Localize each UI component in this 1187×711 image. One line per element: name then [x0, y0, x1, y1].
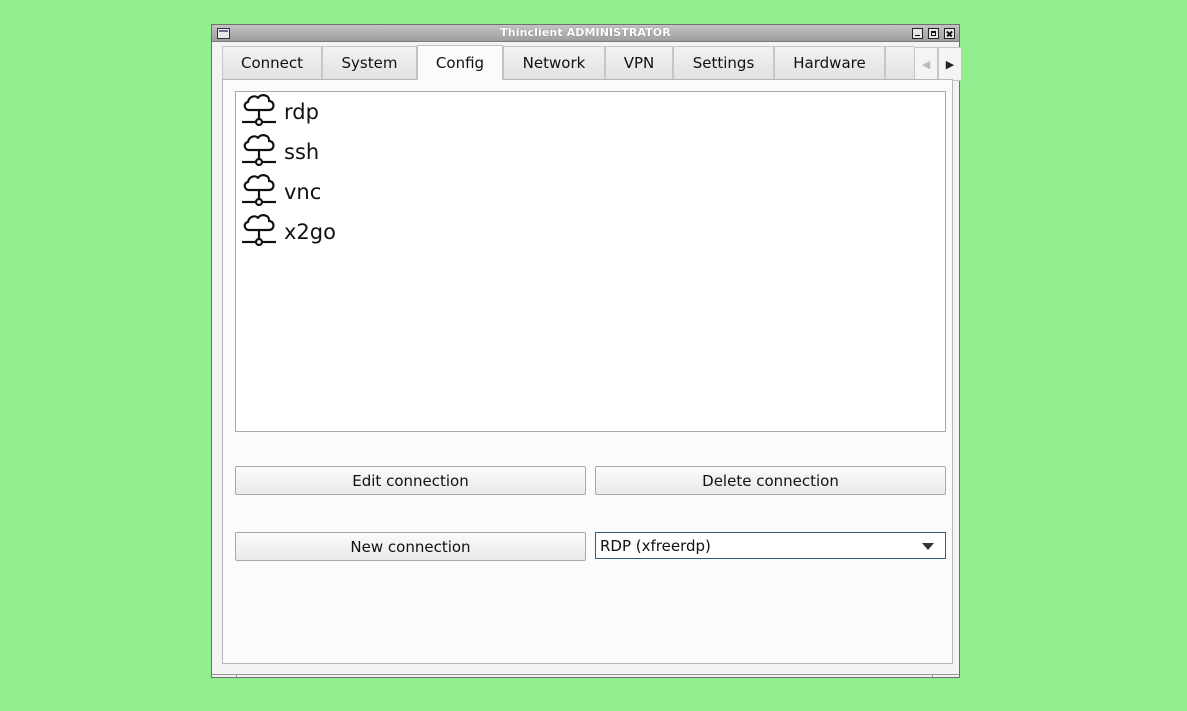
cloud-network-icon [240, 91, 278, 133]
connection-list[interactable]: rdp ssh vnc x2go [235, 91, 946, 432]
connection-name: x2go [284, 220, 336, 244]
title-bar[interactable]: Thinclient ADMINISTRATOR [212, 25, 959, 42]
new-connection-button[interactable]: New connection [235, 532, 586, 561]
tab-config[interactable]: Config [417, 45, 503, 80]
close-button[interactable] [944, 28, 955, 39]
edit-connection-button[interactable]: Edit connection [235, 466, 586, 495]
connection-name: ssh [284, 140, 320, 164]
tab-scroll-left-button[interactable]: ◀ [914, 47, 938, 81]
config-panel: rdp ssh vnc x2go Edit connection Delete … [222, 79, 953, 664]
cloud-network-icon [240, 171, 278, 213]
tab-settings[interactable]: Settings [673, 46, 774, 79]
tab-system[interactable]: System [322, 46, 417, 79]
connection-name: rdp [284, 100, 319, 124]
tab-scroll-right-button[interactable]: ▶ [938, 47, 962, 81]
app-window: Thinclient ADMINISTRATOR Connect System … [211, 24, 962, 679]
tab-network[interactable]: Network [503, 46, 605, 79]
tab-overflow[interactable] [885, 46, 915, 79]
window-title: Thinclient ADMINISTRATOR [500, 26, 671, 39]
list-item[interactable]: rdp [240, 92, 319, 132]
maximize-button[interactable] [928, 28, 939, 39]
delete-connection-button[interactable]: Delete connection [595, 466, 946, 495]
connection-name: vnc [284, 180, 322, 204]
chevron-right-icon: ▶ [945, 57, 955, 71]
cloud-network-icon [240, 211, 278, 253]
connection-type-value: RDP (xfreerdp) [600, 536, 711, 555]
tab-connect[interactable]: Connect [222, 46, 322, 79]
minimize-button[interactable] [912, 28, 923, 39]
connection-type-select[interactable]: RDP (xfreerdp) [595, 532, 946, 559]
tab-hardware[interactable]: Hardware [774, 46, 885, 79]
list-item[interactable]: vnc [240, 172, 321, 212]
tab-bar: Connect System Config Network VPN Settin… [222, 45, 962, 81]
tab-vpn[interactable]: VPN [605, 46, 673, 79]
status-bar [212, 674, 959, 679]
chevron-down-icon [922, 543, 934, 550]
list-item[interactable]: x2go [240, 212, 336, 252]
chevron-left-icon: ◀ [921, 57, 931, 71]
cloud-network-icon [240, 131, 278, 173]
list-item[interactable]: ssh [240, 132, 319, 172]
